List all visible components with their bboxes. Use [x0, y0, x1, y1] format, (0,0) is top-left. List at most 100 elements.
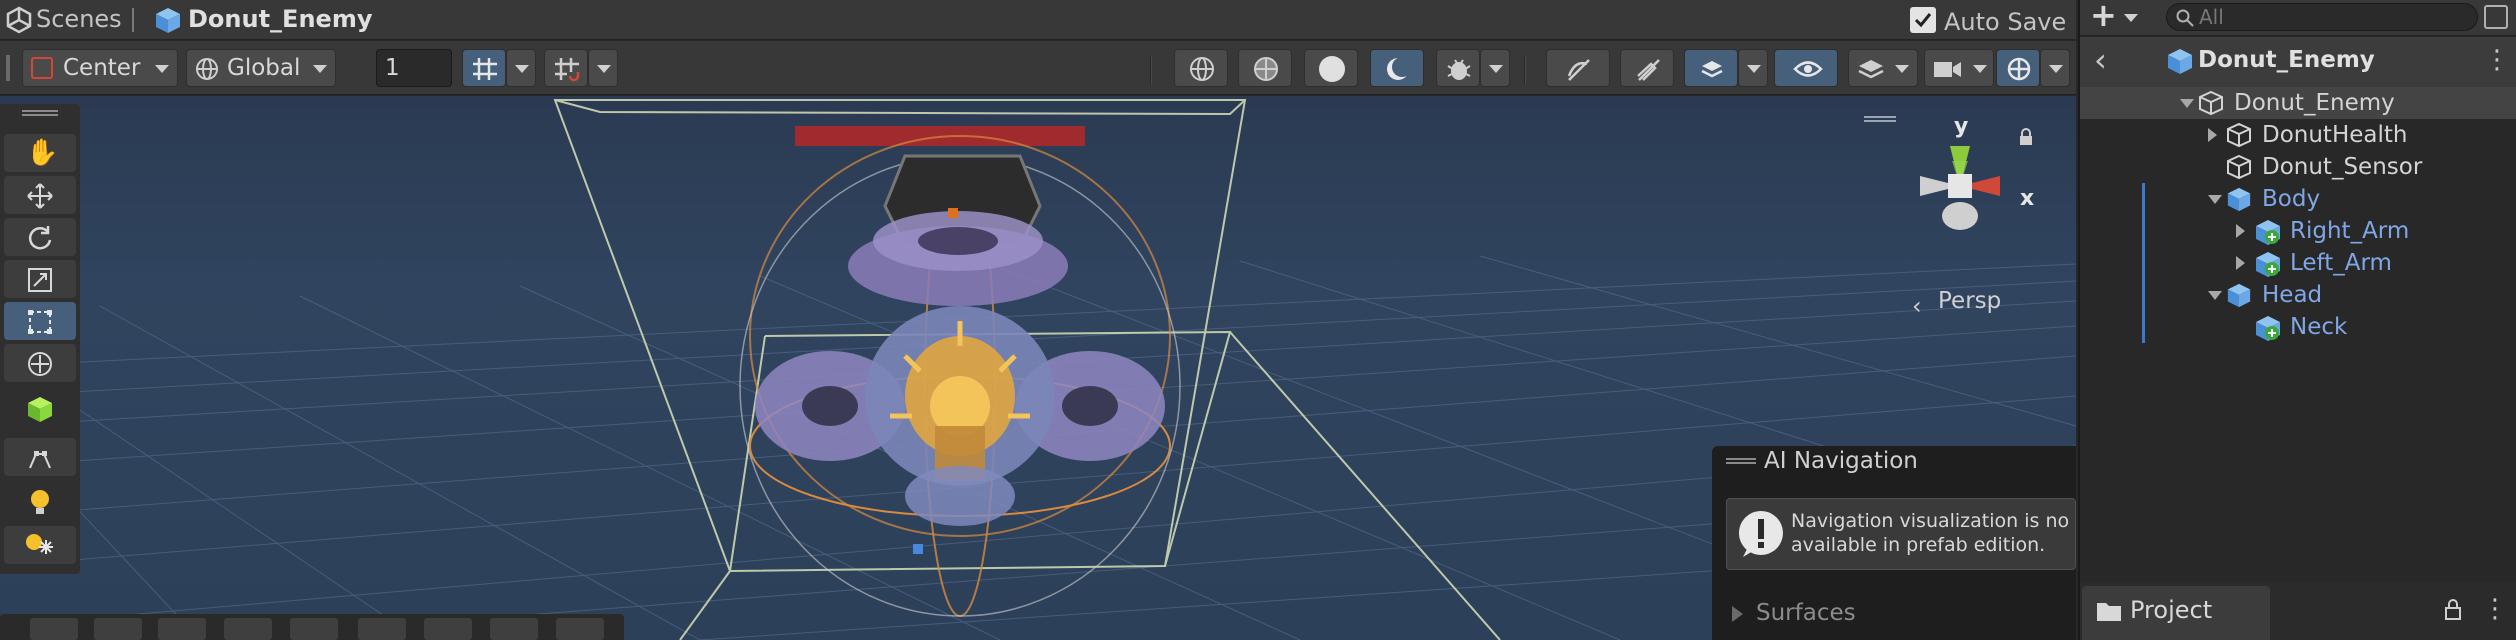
transform-tool-button[interactable] — [4, 344, 76, 382]
hierarchy-item-left-arm[interactable]: Left_Arm — [2080, 247, 2516, 279]
scale-tool-button[interactable] — [4, 260, 76, 298]
gizmo-icon — [2005, 56, 2033, 86]
expand-arrow-icon[interactable] — [2236, 224, 2245, 238]
toggle-lighting-button[interactable] — [1620, 49, 1674, 87]
toolbar-grip[interactable] — [6, 55, 10, 81]
overlay-drag-handle[interactable] — [1726, 458, 1756, 464]
overlay-button-person[interactable] — [290, 618, 338, 640]
back-chevron-icon[interactable]: ‹ — [2094, 41, 2107, 79]
surfaces-foldout[interactable]: Surfaces — [1756, 600, 1856, 626]
surfaces-expand-icon[interactable] — [1732, 606, 1743, 622]
hand-tool-button[interactable]: ✋ — [4, 134, 76, 172]
view-2d-icon — [1565, 56, 1593, 86]
overlay-button-toggle[interactable] — [94, 618, 142, 640]
lock-icon[interactable] — [2444, 598, 2462, 624]
message-line-1: Navigation visualization is no — [1791, 510, 2070, 532]
lock-icon[interactable] — [2018, 128, 2034, 150]
gizmos-button[interactable] — [1996, 49, 2040, 87]
shaded-wireframe-button[interactable] — [1238, 49, 1292, 87]
shaded-wire-sphere-icon — [1253, 56, 1279, 86]
grid-options-dropdown[interactable] — [506, 49, 536, 87]
tool-palette: ✋ — [0, 104, 80, 574]
toggle-2d-button[interactable] — [1546, 49, 1610, 87]
rect-tool-button[interactable] — [4, 302, 76, 340]
breadcrumb: Scenes Donut_Enemy Auto Save — [0, 0, 2076, 40]
overlay-button-camera[interactable] — [490, 618, 538, 640]
overlay-button-compass[interactable] — [556, 618, 604, 640]
pivot-mode-dropdown[interactable]: Center — [22, 49, 178, 87]
handle-top[interactable] — [948, 208, 958, 218]
add-icon[interactable]: + — [2090, 0, 2117, 34]
expand-arrow-icon[interactable] — [2236, 256, 2245, 270]
light-probe-tool[interactable] — [4, 484, 76, 522]
breadcrumb-scenes[interactable]: Scenes — [36, 3, 122, 35]
hierarchy-item-donuthealth[interactable]: DonutHealth — [2080, 119, 2516, 151]
project-tab[interactable]: Project — [2082, 586, 2270, 640]
pivot-rotation-label: Global — [227, 55, 301, 81]
hierarchy-item-label: Donut_Enemy — [2234, 90, 2395, 116]
rotate-tool-button[interactable] — [4, 218, 76, 256]
spline-tool-button[interactable] — [4, 438, 76, 476]
expand-arrow-icon[interactable] — [2180, 99, 2194, 108]
expand-arrow-icon[interactable] — [2208, 128, 2217, 142]
overlay-button-move[interactable] — [424, 618, 472, 640]
custom-tool-cube[interactable] — [4, 390, 76, 428]
effects-dropdown[interactable] — [1738, 49, 1768, 87]
move-arrows-icon — [26, 182, 54, 214]
hierarchy-item-body[interactable]: Body — [2080, 183, 2516, 215]
projection-label[interactable]: Persp — [1938, 288, 2001, 314]
auto-save-checkbox[interactable] — [1910, 7, 1936, 33]
expand-arrow-icon[interactable] — [2208, 195, 2222, 204]
grid-visibility-button[interactable] — [462, 49, 506, 87]
overlay-button-orbit[interactable] — [224, 618, 272, 640]
snap-button[interactable] — [544, 49, 588, 87]
more-options-icon[interactable]: ⋮ — [2482, 594, 2508, 624]
lit-shading-button[interactable] — [1370, 49, 1424, 87]
more-options-icon[interactable]: ⋮ — [2484, 45, 2510, 75]
gizmos-dropdown[interactable] — [2040, 49, 2070, 87]
pivot-rotation-dropdown[interactable]: Global — [186, 49, 336, 87]
overlay-button-rect[interactable] — [30, 618, 78, 640]
unity-logo-icon[interactable] — [6, 6, 32, 38]
overlay-menu-handle[interactable] — [1864, 116, 1896, 122]
gizmo-x-label: x — [2020, 186, 2035, 211]
pivot-icon — [31, 57, 53, 79]
hierarchy-item-right-arm[interactable]: Right_Arm — [2080, 215, 2516, 247]
hierarchy-item-head[interactable]: Head — [2080, 279, 2516, 311]
folder-icon — [2096, 600, 2122, 626]
light-sparkle-icon — [24, 530, 56, 564]
expand-arrow-icon[interactable] — [2208, 291, 2222, 300]
spline-icon — [26, 444, 54, 476]
override-indicator — [2142, 279, 2145, 311]
grid-size-input[interactable]: 1 — [376, 49, 452, 87]
snap-options-dropdown[interactable] — [588, 49, 618, 87]
palette-grip[interactable] — [22, 110, 58, 116]
wireframe-shading-button[interactable] — [1174, 49, 1228, 87]
chevron-down-icon — [1895, 65, 1909, 73]
move-tool-button[interactable] — [4, 176, 76, 214]
hierarchy-item-label: Left_Arm — [2290, 250, 2392, 276]
chevron-down-icon[interactable] — [2124, 14, 2138, 22]
debug-draw-mode-button[interactable] — [1436, 49, 1480, 87]
light-tool-button[interactable] — [4, 526, 76, 564]
hierarchy-item-donut-sensor[interactable]: Donut_Sensor — [2080, 151, 2516, 183]
camera-dropdown[interactable] — [1924, 49, 1994, 87]
green-cube-icon — [26, 395, 54, 427]
hierarchy-item-neck[interactable]: Neck — [2080, 311, 2516, 343]
draw-mode-dropdown[interactable] — [1480, 49, 1510, 87]
scene-visibility-button[interactable] — [1774, 49, 1838, 87]
filter-icon[interactable] — [2484, 5, 2508, 29]
hierarchy-item-label: Neck — [2290, 314, 2348, 340]
breadcrumb-prefab[interactable]: Donut_Enemy — [188, 3, 372, 35]
unlit-shading-button[interactable] — [1304, 49, 1358, 87]
overlay-button-grid[interactable] — [158, 618, 206, 640]
snap-grid-icon — [553, 56, 581, 86]
hierarchy-search[interactable]: All — [2166, 3, 2478, 31]
stack-icon — [1857, 58, 1885, 84]
handle-bottom[interactable] — [913, 544, 923, 554]
effects-button[interactable] — [1684, 49, 1738, 87]
layers-dropdown[interactable] — [1848, 49, 1918, 87]
chevron-down-icon — [597, 65, 611, 73]
overlay-button-search[interactable] — [358, 618, 406, 640]
hierarchy-item-donut-enemy[interactable]: Donut_Enemy — [2080, 87, 2516, 119]
